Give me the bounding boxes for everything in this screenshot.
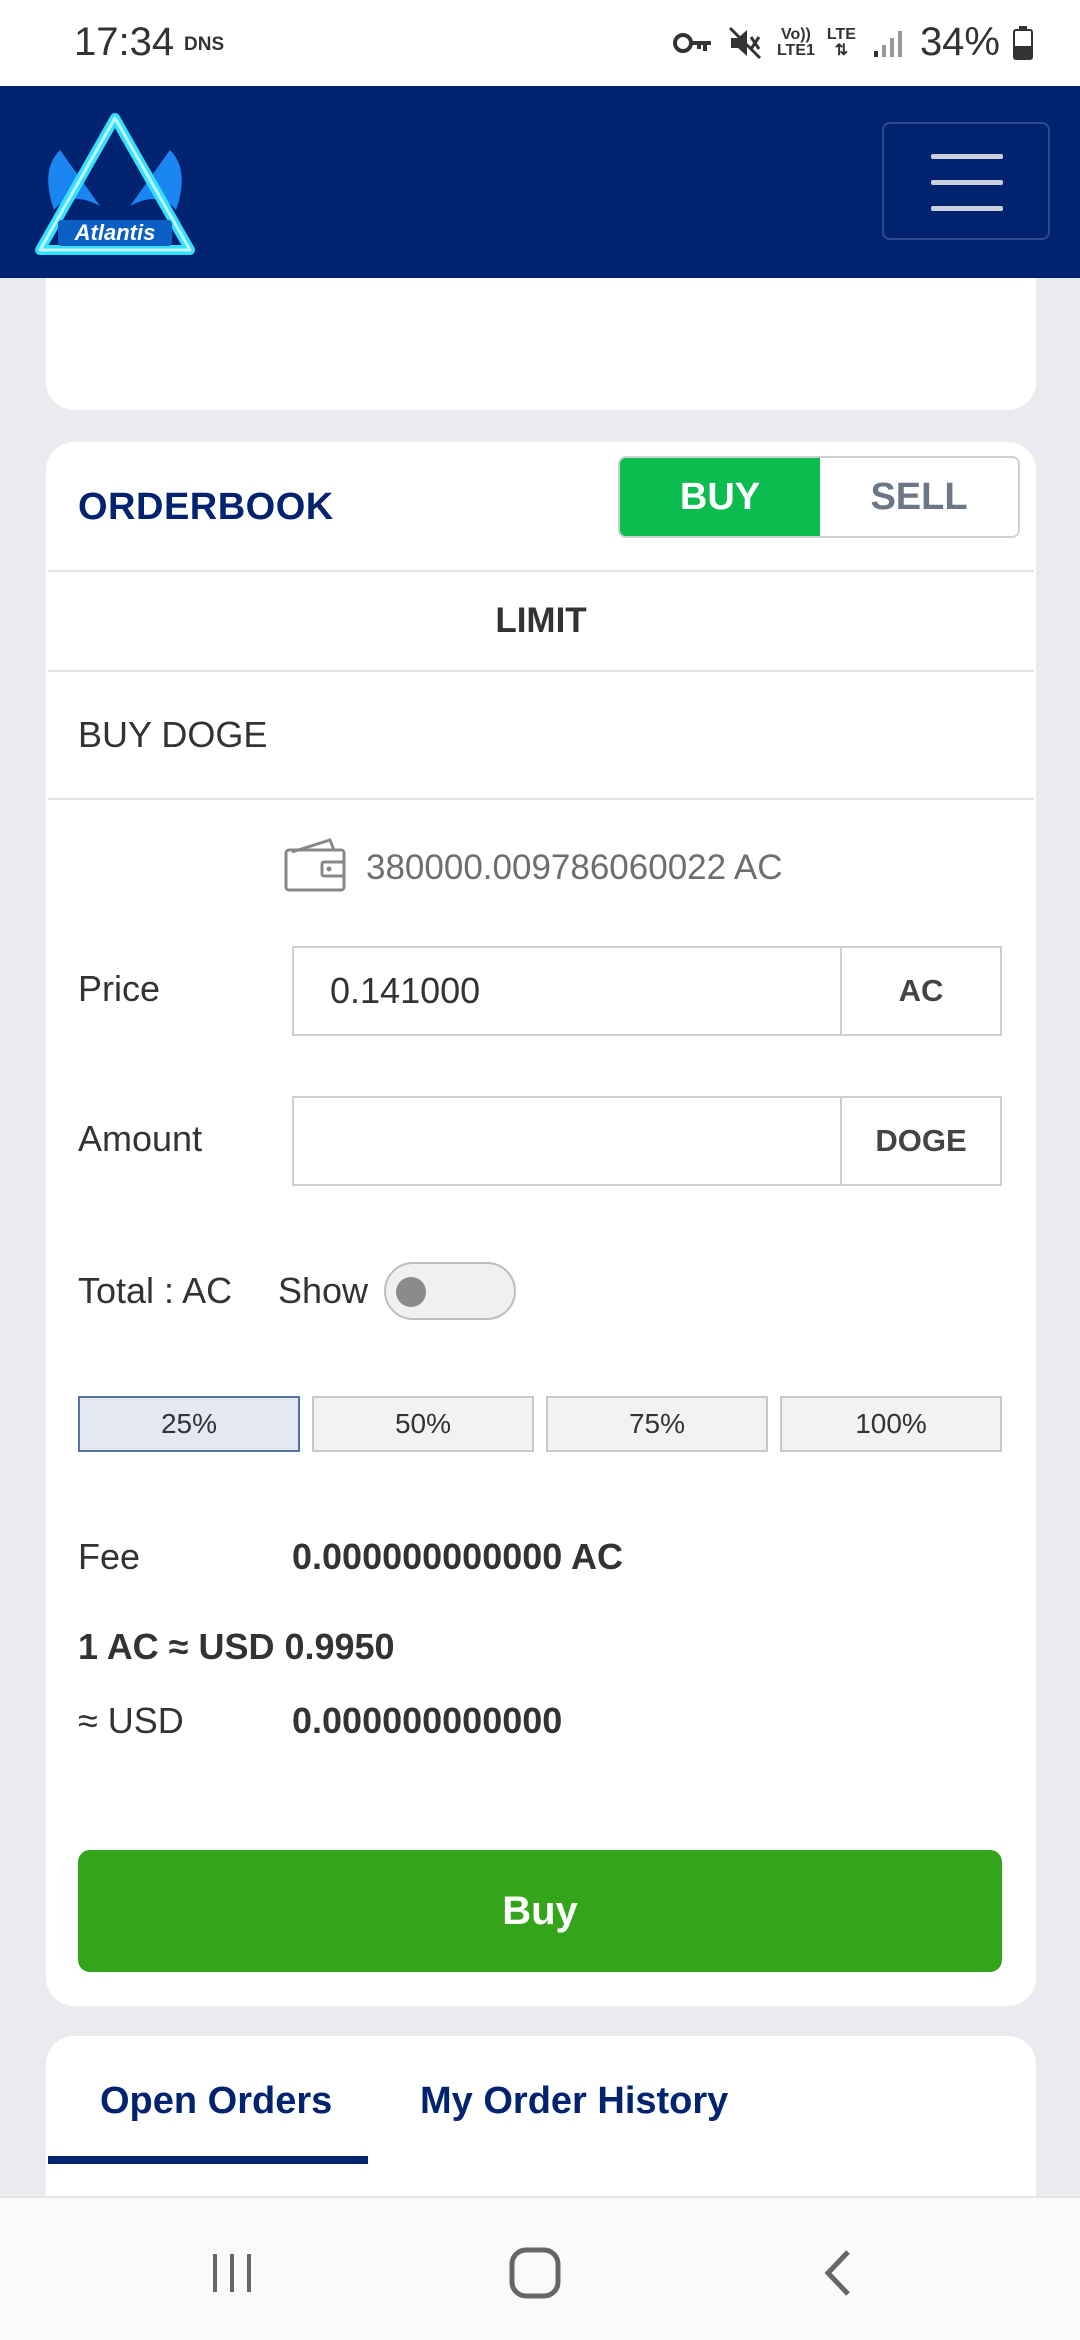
vpn-key-icon xyxy=(672,23,713,63)
orderbook-card: ORDERBOOK BUY SELL LIMIT BUY DOGE 380000… xyxy=(46,442,1036,2006)
active-tab-indicator xyxy=(48,2156,368,2164)
tab-open-orders[interactable]: Open Orders xyxy=(100,2080,332,2123)
buy-tab-button[interactable]: BUY xyxy=(620,458,820,536)
status-carrier: DNS xyxy=(184,34,225,55)
amount-input[interactable] xyxy=(294,1098,842,1184)
home-icon[interactable] xyxy=(505,2246,565,2300)
price-field: 0.141000 AC xyxy=(292,946,1002,1036)
app-header: Atlantis xyxy=(0,86,1080,278)
order-type-limit[interactable]: LIMIT xyxy=(48,570,1034,672)
status-icons: Vo)) LTE1 LTE ⇅ 34% xyxy=(672,20,1034,65)
recent-apps-icon[interactable] xyxy=(202,2246,262,2300)
price-input[interactable]: 0.141000 xyxy=(294,948,842,1034)
wallet-balance-text: 380000.009786060022 AC xyxy=(366,847,783,887)
pair-title: BUY DOGE xyxy=(48,672,1034,800)
show-total-toggle[interactable] xyxy=(384,1262,516,1320)
status-time: 17:34 xyxy=(74,20,175,64)
percent-75-button[interactable]: 75% xyxy=(546,1396,768,1452)
toggle-knob xyxy=(396,1277,426,1307)
tab-order-history[interactable]: My Order History xyxy=(420,2080,728,2123)
menu-button[interactable] xyxy=(882,122,1050,240)
wallet-icon xyxy=(284,838,346,897)
volte-line2: LTE1 xyxy=(776,41,815,59)
status-bar: 17:34 DNS Vo)) LTE1 LTE ⇅ 34% xyxy=(0,0,1080,86)
percent-buttons: 25% 50% 75% 100% xyxy=(78,1396,1002,1452)
orderbook-title: ORDERBOOK xyxy=(78,486,334,528)
wallet-balance: 380000.009786060022 AC xyxy=(284,838,783,897)
usd-label: ≈ USD xyxy=(78,1700,184,1741)
amount-unit: DOGE xyxy=(875,1123,967,1158)
fee-label: Fee xyxy=(78,1536,141,1577)
price-label: Price xyxy=(78,968,161,1009)
volte-indicator: Vo)) LTE1 xyxy=(776,25,815,59)
total-label: Total : AC xyxy=(78,1270,233,1311)
signal-icon xyxy=(868,23,908,63)
amount-field: DOGE xyxy=(292,1096,1002,1186)
lte-indicator: LTE ⇅ xyxy=(826,25,856,59)
logo-text: Atlantis xyxy=(74,220,156,245)
sell-tab-button[interactable]: SELL xyxy=(820,458,1018,536)
battery-icon xyxy=(1012,23,1034,63)
buy-sell-toggle: BUY SELL xyxy=(618,456,1020,538)
percent-25-button[interactable]: 25% xyxy=(78,1396,300,1452)
percent-50-button[interactable]: 50% xyxy=(312,1396,534,1452)
hamburger-icon-line xyxy=(931,206,1003,211)
usd-value: 0.000000000000 xyxy=(292,1700,563,1741)
buy-submit-button[interactable]: Buy xyxy=(78,1850,1002,1972)
lte-label: LTE xyxy=(826,25,856,43)
battery-percent: 34% xyxy=(919,20,1000,64)
hamburger-icon-line xyxy=(931,180,1003,185)
back-icon[interactable] xyxy=(808,2246,868,2300)
atlantis-logo[interactable]: Atlantis xyxy=(30,110,200,260)
percent-100-button[interactable]: 100% xyxy=(780,1396,1002,1452)
volte-line1: Vo)) xyxy=(780,25,811,43)
fee-value: 0.000000000000 AC xyxy=(292,1536,623,1577)
mute-icon xyxy=(725,23,765,63)
hamburger-icon-line xyxy=(931,154,1003,159)
show-label: Show xyxy=(278,1270,369,1311)
system-nav-bar xyxy=(0,2196,1080,2340)
exchange-rate: 1 AC ≈ USD 0.9950 xyxy=(78,1626,395,1667)
price-unit: AC xyxy=(898,973,944,1008)
previous-card xyxy=(46,278,1036,410)
data-arrows-icon: ⇅ xyxy=(834,41,849,59)
amount-label: Amount xyxy=(78,1118,203,1159)
orders-card: Open Orders My Order History xyxy=(46,2036,1036,2196)
